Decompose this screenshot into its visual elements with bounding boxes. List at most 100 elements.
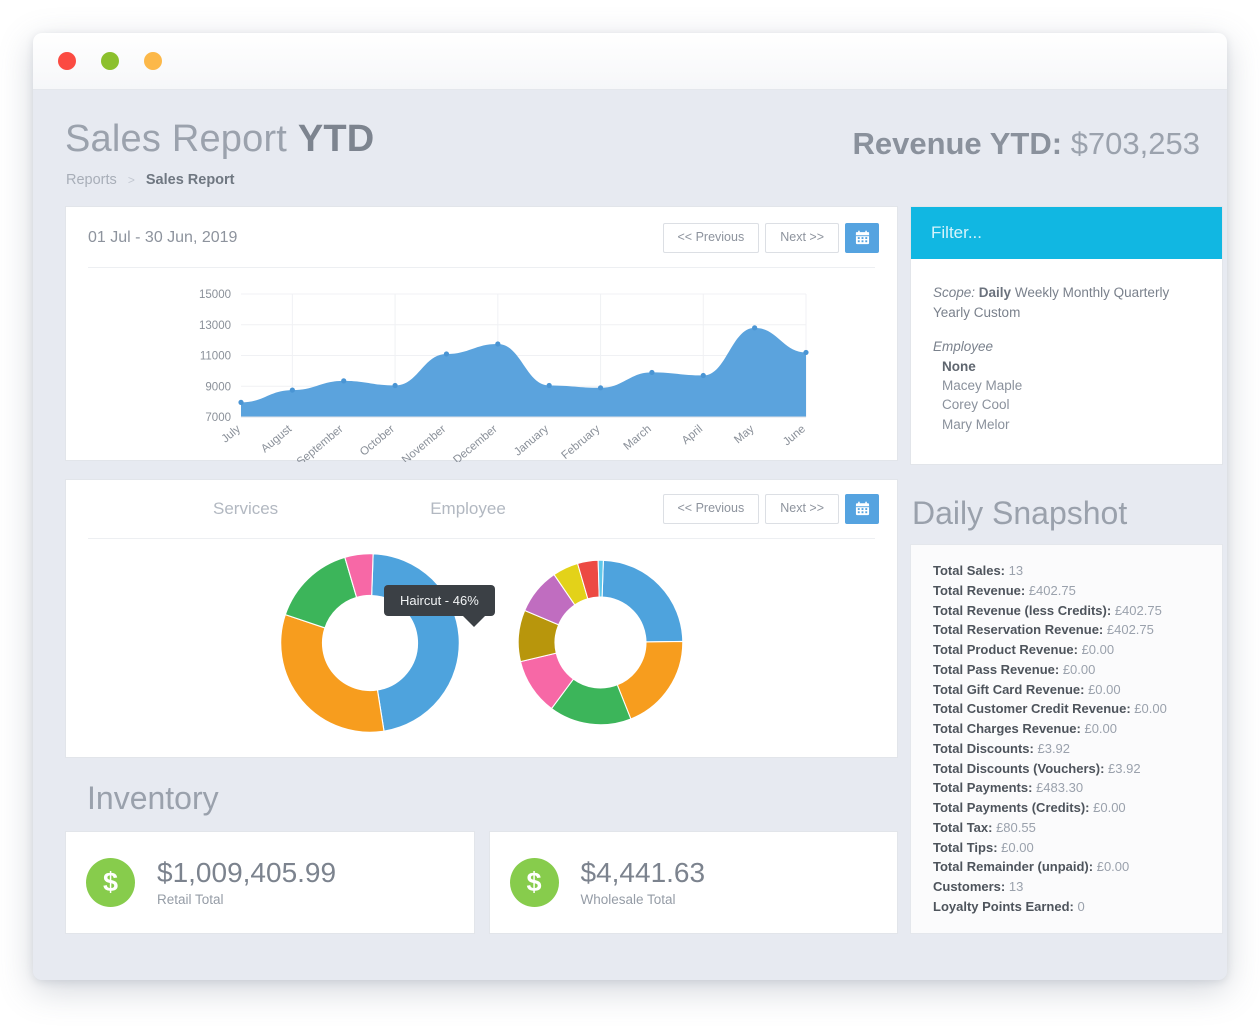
donut-next-button[interactable]: Next >> xyxy=(765,494,839,524)
x-axis-tick: June xyxy=(781,423,808,448)
inventory-retail-amount: $1,009,405.99 xyxy=(157,856,337,888)
snapshot-row-value: £0.00 xyxy=(1059,661,1096,677)
snapshot-row: Total Product Revenue: £0.00 xyxy=(933,640,1208,660)
snapshot-row-label: Customers: xyxy=(933,879,1006,894)
snapshot-row-value: £80.55 xyxy=(992,819,1036,835)
maximize-button[interactable] xyxy=(144,52,162,70)
x-axis-tick: November xyxy=(400,423,448,462)
area-data-point xyxy=(392,382,398,388)
snapshot-row: Total Pass Revenue: £0.00 xyxy=(933,660,1208,680)
revenue-chart-column: 01 Jul - 30 Jun, 2019 << Previous Next >… xyxy=(65,206,898,465)
snapshot-row-value: £0.00 xyxy=(997,839,1034,855)
revenue-area-chart: 7000 9000 11000 13000 15000 July August Septem… xyxy=(66,268,897,462)
close-button[interactable] xyxy=(58,52,76,70)
revenue-chart-header: 01 Jul - 30 Jun, 2019 << Previous Next >… xyxy=(66,207,897,253)
snapshot-row-label: Total Sales: xyxy=(933,563,1006,578)
snapshot-card: Total Sales: 13 Total Revenue: £402.75 Tot… xyxy=(910,544,1223,934)
donut-card: Services Employee << Previous Next >> Ha… xyxy=(65,479,898,758)
tab-services[interactable]: Services xyxy=(213,495,278,523)
snapshot-row-label: Total Gift Card Revenue: xyxy=(933,681,1085,697)
next-button[interactable]: Next >> xyxy=(765,223,839,253)
scope-option-monthly[interactable]: Monthly xyxy=(1063,285,1110,300)
inventory-retail-label: Retail Total xyxy=(157,891,224,907)
filter-header-label: Filter... xyxy=(931,223,983,242)
breadcrumb-reports[interactable]: Reports xyxy=(66,172,117,188)
employee-donut-chart[interactable] xyxy=(513,555,688,730)
donut-nav: << Previous Next >> xyxy=(662,494,879,524)
services-donut-chart[interactable] xyxy=(275,548,465,738)
snapshot-row-value: £402.75 xyxy=(1103,622,1154,638)
snapshot-row: Total Payments (Credits): £0.00 xyxy=(933,798,1208,818)
snapshot-row-label: Total Product Revenue: xyxy=(933,642,1078,657)
donut-segment[interactable] xyxy=(597,559,604,598)
minimize-button[interactable] xyxy=(101,52,119,70)
revenue-value: $703,253 xyxy=(1070,126,1200,161)
snapshot-row-label: Total Payments: xyxy=(933,780,1033,796)
x-axis-tick: May xyxy=(732,423,757,446)
donut-previous-button[interactable]: << Previous xyxy=(662,494,760,524)
snapshot-row: Total Customer Credit Revenue: £0.00 xyxy=(933,699,1208,719)
y-axis-tick: 15000 xyxy=(199,289,231,301)
donut-segment[interactable] xyxy=(280,613,385,733)
area-data-point xyxy=(443,351,450,357)
scope-option-quarterly[interactable]: Quarterly xyxy=(1114,285,1170,300)
donut-segment[interactable] xyxy=(601,560,684,643)
y-axis-tick: 13000 xyxy=(199,320,231,332)
previous-button[interactable]: << Previous xyxy=(662,223,760,253)
inventory-wholesale-amount: $4,441.63 xyxy=(580,856,706,888)
area-data-point xyxy=(238,399,244,405)
donut-calendar-button[interactable] xyxy=(845,494,879,524)
snapshot-row-label: Total Discounts: xyxy=(933,740,1034,756)
revenue-chart-nav: << Previous Next >> xyxy=(662,223,879,253)
screen: Sales Report YTD Revenue YTD: $703,253 R… xyxy=(0,0,1260,1028)
snapshot-row-value: £0.00 xyxy=(1084,681,1121,697)
area-chart-svg: 7000 9000 11000 13000 15000 July August Septem… xyxy=(199,289,809,462)
snapshot-row: Total Revenue: £402.75 xyxy=(933,581,1208,601)
inventory-retail-text: $1,009,405.99 Retail Total xyxy=(157,856,337,907)
snapshot-row: Customers: 13 xyxy=(933,877,1208,897)
scope-option-yearly[interactable]: Yearly xyxy=(933,305,970,320)
tab-employee[interactable]: Employee xyxy=(430,495,506,523)
calendar-button[interactable] xyxy=(845,223,879,253)
snapshot-row-value: 0 xyxy=(1073,898,1085,914)
snapshot-row-label: Total Pass Revenue: xyxy=(933,661,1060,677)
snapshot-row: Total Revenue (less Credits): £402.75 xyxy=(933,601,1208,621)
page-title: Sales Report YTD xyxy=(65,118,374,161)
x-axis-tick: August xyxy=(259,422,295,455)
page-body: Sales Report YTD Revenue YTD: $703,253 R… xyxy=(33,90,1227,980)
donut-segment[interactable] xyxy=(616,641,684,720)
donut-segment[interactable] xyxy=(284,556,358,629)
breadcrumb-current: Sales Report xyxy=(145,172,235,188)
snapshot-row: Total Sales: 13 xyxy=(933,561,1208,581)
area-data-point xyxy=(546,382,552,388)
x-axis-tick: December xyxy=(451,423,499,462)
snapshot-row: Total Discounts: £3.92 xyxy=(933,739,1208,759)
y-axis-tick: 9000 xyxy=(205,381,231,393)
snapshot-row-label: Total Tips: xyxy=(933,839,998,855)
scope-option-weekly[interactable]: Weekly xyxy=(1015,285,1059,300)
dollar-icon: $ xyxy=(86,857,135,907)
x-axis-tick: April xyxy=(680,423,705,447)
filter-header[interactable]: Filter... xyxy=(911,207,1222,259)
snapshot-row-label: Total Charges Revenue: xyxy=(933,721,1081,736)
employee-option-mary[interactable]: Mary Melor xyxy=(942,415,1202,434)
inventory-title: Inventory xyxy=(87,779,219,816)
area-data-point xyxy=(700,372,706,378)
revenue-label: Revenue YTD: xyxy=(852,126,1063,161)
filter-body: Scope: Daily Weekly Monthly Quarterly Ye… xyxy=(911,259,1222,456)
scope-selected[interactable]: Daily xyxy=(979,285,1011,300)
employee-option-corey[interactable]: Corey Cool xyxy=(942,395,1202,414)
snapshot-row: Total Tips: £0.00 xyxy=(933,838,1208,858)
employee-option-none[interactable]: None xyxy=(942,357,1202,376)
inventory-card-wholesale: $ $4,441.63 Wholesale Total xyxy=(488,830,898,934)
snapshot-row: Loyalty Points Earned: 0 xyxy=(933,897,1208,917)
snapshot-row-value: £3.92 xyxy=(1033,740,1071,756)
donut-segment[interactable] xyxy=(371,552,460,732)
page-title-bold: YTD xyxy=(297,118,375,160)
area-data-point xyxy=(495,341,501,347)
scope-option-custom[interactable]: Custom xyxy=(974,305,1021,320)
snapshot-row: Total Payments: £483.30 xyxy=(933,778,1208,798)
snapshot-row-value: 13 xyxy=(1005,879,1024,894)
y-axis-tick: 7000 xyxy=(205,412,231,424)
employee-option-macey[interactable]: Macey Maple xyxy=(942,376,1202,395)
